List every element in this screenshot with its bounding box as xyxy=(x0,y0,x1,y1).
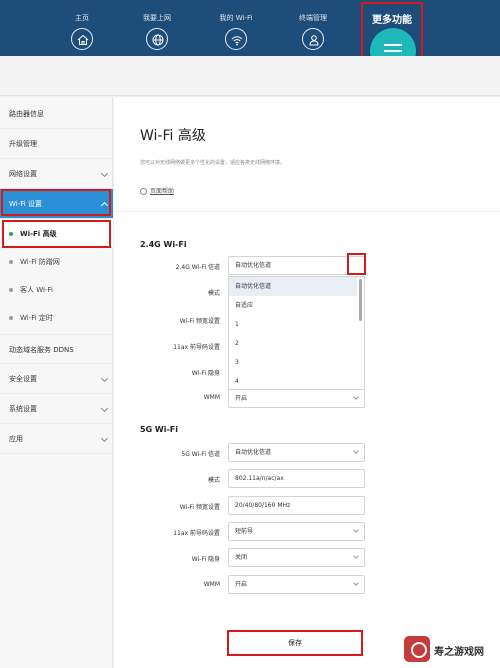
label-24g-channel: 2.4G Wi-Fi 信道 xyxy=(175,264,220,271)
sidebar-item-label: 升级管理 xyxy=(9,140,37,148)
page-description: 您可以对无线网络做更多个性化的设置，适应各类无线网络环境。 xyxy=(140,160,286,166)
dot-icon xyxy=(9,260,13,264)
sidebar: 路由器信息 升级管理 网络设置 Wi-Fi 设置 Wi-Fi 高级 Wi-Fi … xyxy=(0,97,113,668)
select-value: 开启 xyxy=(235,581,248,588)
select-24g-wmm[interactable]: 开启 xyxy=(228,389,365,408)
sidebar-subitem-wifi-antirub[interactable]: Wi-Fi 防蹭网 xyxy=(0,248,113,276)
select-value: 20/40/80/160 MHz xyxy=(235,502,291,509)
sidebar-subitem-wifi-timer[interactable]: Wi-Fi 定时 xyxy=(0,304,113,332)
label-24g-preamble: 11ax 前导码设置 xyxy=(173,344,220,351)
field-value: 802.11a/n/ac/ax xyxy=(235,475,284,482)
select-5g-channel[interactable]: 自动优化信道 xyxy=(228,443,365,462)
sidebar-item-label: 动态域名服务 DDNS xyxy=(9,346,74,354)
wifi-icon xyxy=(225,28,247,50)
label-5g-preamble: 11ax 前导码设置 xyxy=(173,530,220,537)
label-24g-hidden: Wi-Fi 隐身 xyxy=(191,370,220,377)
dot-icon xyxy=(9,316,13,320)
chevron-down-icon xyxy=(353,448,359,454)
sidebar-item-label: 安全设置 xyxy=(9,375,37,383)
channel-dropdown-list[interactable]: 自动优化信道 自适应 1 2 3 4 xyxy=(228,276,365,392)
divider xyxy=(114,211,500,212)
label-5g-mode: 模式 xyxy=(207,477,220,484)
label-5g-channel: 5G Wi-Fi 信道 xyxy=(181,451,220,458)
nav-internet-label: 我要上网 xyxy=(143,14,171,22)
highlight-box xyxy=(347,253,366,275)
sidebar-item-label: 应用 xyxy=(9,435,23,443)
label-24g-bandwidth: Wi-Fi 频宽设置 xyxy=(179,318,220,325)
chevron-down-icon xyxy=(100,434,109,443)
save-button[interactable]: 保存 xyxy=(227,630,363,656)
nav-devices-label: 终端管理 xyxy=(299,14,327,22)
chevron-down-icon xyxy=(353,580,359,586)
select-5g-wmm[interactable]: 开启 xyxy=(228,575,365,594)
select-5g-bandwidth[interactable]: 20/40/80/160 MHz xyxy=(228,496,365,515)
page-help-link[interactable]: 页面帮助 xyxy=(140,186,174,195)
watermark-logo: 寿之游戏网 xyxy=(400,632,500,668)
main-content: Wi-Fi 高级 您可以对无线网络做更多个性化的设置，适应各类无线网络环境。 页… xyxy=(114,97,500,668)
dropdown-option[interactable]: 2 xyxy=(229,334,357,353)
sidebar-item-label: 网络设置 xyxy=(9,170,37,178)
label-5g-hidden: Wi-Fi 隐身 xyxy=(191,556,220,563)
logo-icon xyxy=(404,636,430,662)
highlight-box xyxy=(2,220,111,248)
nav-home[interactable]: 主页 xyxy=(52,0,112,56)
select-5g-preamble[interactable]: 短前导 xyxy=(228,522,365,541)
home-icon xyxy=(71,28,93,50)
highlight-box xyxy=(1,189,111,216)
watermark-text: 寿之游戏网 xyxy=(434,647,484,658)
page-title: Wi-Fi 高级 xyxy=(140,128,206,144)
chevron-down-icon xyxy=(353,553,359,559)
select-value: 自动优化信道 xyxy=(235,262,272,269)
help-icon xyxy=(140,188,147,195)
chevron-down-icon xyxy=(353,527,359,533)
sidebar-item-apps[interactable]: 应用 xyxy=(0,424,113,454)
page-help-label: 页面帮助 xyxy=(150,188,175,195)
dropdown-option[interactable]: 自适应 xyxy=(229,296,357,315)
more-functions-label: 更多功能 xyxy=(372,15,412,26)
sidebar-subitem-label: Wi-Fi 防蹭网 xyxy=(20,258,60,266)
select-value: 开启 xyxy=(235,395,248,402)
select-value: 关闭 xyxy=(235,554,248,561)
dropdown-option[interactable]: 3 xyxy=(229,353,357,372)
nav-home-label: 主页 xyxy=(75,14,89,22)
sidebar-item-security[interactable]: 安全设置 xyxy=(0,364,113,394)
chevron-down-icon xyxy=(353,394,359,400)
label-5g-bandwidth: Wi-Fi 频宽设置 xyxy=(179,504,220,511)
chevron-down-icon xyxy=(100,169,109,178)
select-value: 短前导 xyxy=(235,528,254,535)
sidebar-item-system[interactable]: 系统设置 xyxy=(0,394,113,424)
field-5g-mode: 802.11a/n/ac/ax xyxy=(228,469,365,488)
label-24g-mode: 模式 xyxy=(207,290,220,297)
nav-internet[interactable]: 我要上网 xyxy=(127,0,187,56)
section-title-5g: 5G Wi-Fi xyxy=(140,425,179,434)
nav-wifi[interactable]: 我的 Wi-Fi xyxy=(206,0,266,56)
nav-wifi-label: 我的 Wi-Fi xyxy=(219,14,253,22)
sidebar-item-label: 路由器信息 xyxy=(9,110,44,118)
dropdown-scrollbar[interactable] xyxy=(359,279,362,321)
select-value: 自动优化信道 xyxy=(235,449,272,456)
select-5g-hidden[interactable]: 关闭 xyxy=(228,548,365,567)
sidebar-item-label: 系统设置 xyxy=(9,405,37,413)
header-strip xyxy=(0,56,500,96)
dot-icon xyxy=(9,288,13,292)
globe-icon xyxy=(146,28,168,50)
sidebar-item-ddns[interactable]: 动态域名服务 DDNS xyxy=(0,334,113,364)
nav-devices[interactable]: 终端管理 xyxy=(283,0,343,56)
user-icon xyxy=(302,28,324,50)
section-title-24g: 2.4G Wi-Fi xyxy=(140,240,187,249)
chevron-down-icon xyxy=(100,374,109,383)
label-5g-wmm: WMM xyxy=(203,581,220,588)
dropdown-option[interactable]: 自动优化信道 xyxy=(229,277,357,296)
chevron-down-icon xyxy=(100,404,109,413)
select-24g-channel[interactable]: 自动优化信道 xyxy=(228,256,365,275)
sidebar-item-network[interactable]: 网络设置 xyxy=(0,159,113,189)
sidebar-subitem-label: 客人 Wi-Fi xyxy=(20,286,53,294)
label-24g-wmm: WMM xyxy=(203,394,220,401)
sidebar-subitem-label: Wi-Fi 定时 xyxy=(20,314,53,322)
sidebar-item-router-info[interactable]: 路由器信息 xyxy=(0,99,113,129)
sidebar-item-upgrade[interactable]: 升级管理 xyxy=(0,129,113,159)
top-nav-bar: 主页 我要上网 我的 Wi-Fi 终端管理 xyxy=(0,0,500,56)
sidebar-subitem-guest-wifi[interactable]: 客人 Wi-Fi xyxy=(0,276,113,304)
dropdown-option[interactable]: 1 xyxy=(229,315,357,334)
